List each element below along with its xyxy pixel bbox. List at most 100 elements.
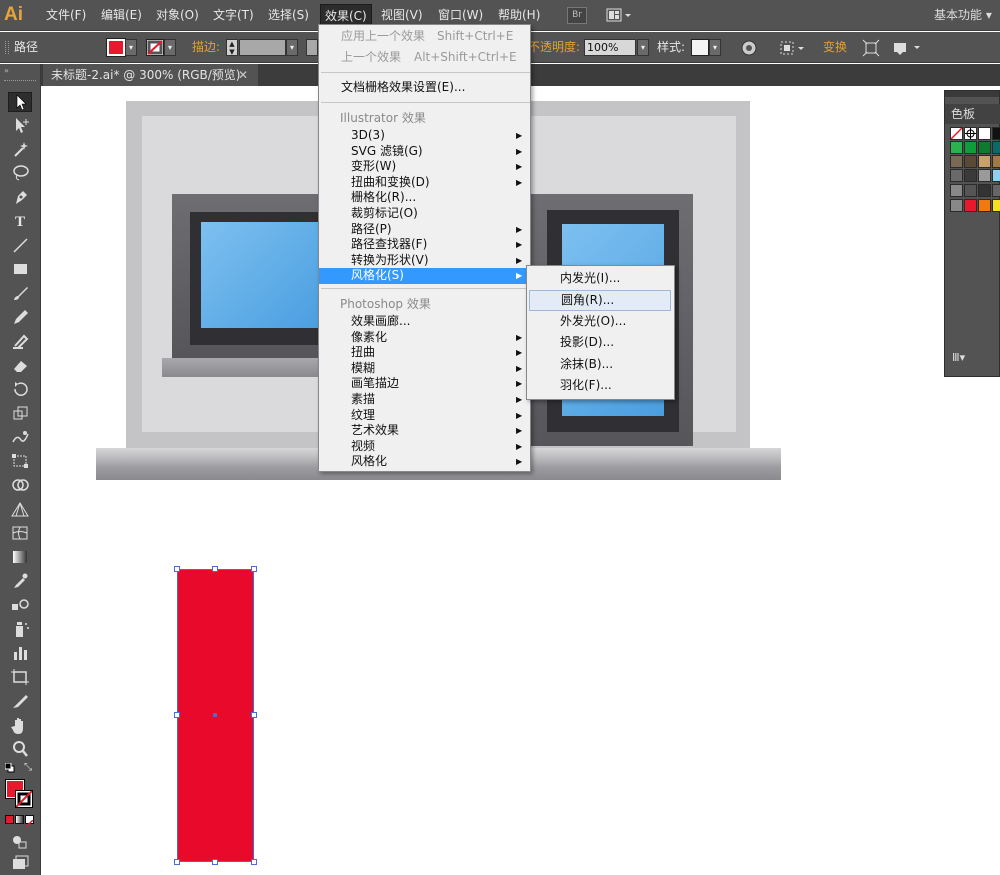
shape-builder-tool-icon[interactable] xyxy=(8,476,32,496)
stroke-weight-input[interactable] xyxy=(239,39,286,56)
menu-item-raster-effects-settings[interactable]: 文档栅格效果设置(E)... xyxy=(319,80,530,96)
recolor-artwork-button[interactable] xyxy=(740,39,758,57)
fill-dropdown[interactable]: ▾ xyxy=(125,39,137,56)
blob-brush-tool-icon[interactable] xyxy=(8,332,32,352)
swatch[interactable] xyxy=(978,141,991,154)
swatch[interactable] xyxy=(964,169,977,182)
menu-type[interactable]: 文字(T) xyxy=(213,0,254,31)
blend-tool-icon[interactable] xyxy=(8,596,32,616)
screen-mode-icon[interactable] xyxy=(8,854,32,872)
submenu-item-inner-glow[interactable]: 内发光(I)... xyxy=(529,268,671,289)
menu-item-brush-strokes[interactable]: 画笔描边 ▶ xyxy=(319,376,530,392)
selection-handle[interactable] xyxy=(251,566,257,572)
gradient-mode-button[interactable] xyxy=(15,815,24,824)
menu-item-3d[interactable]: 3D(3) ▶ xyxy=(319,128,530,144)
control-panel-menu-button[interactable] xyxy=(892,39,926,57)
menu-item-pathfinder[interactable]: 路径查找器(F) ▶ xyxy=(319,237,530,253)
stroke-weight-stepper[interactable]: ▲ ▼ xyxy=(226,39,238,56)
free-transform-tool-icon[interactable] xyxy=(8,452,32,472)
selection-handle[interactable] xyxy=(174,712,180,718)
artboard-tool-icon[interactable] xyxy=(8,668,32,688)
gradient-tool-icon[interactable] xyxy=(8,548,32,568)
menu-item-path[interactable]: 路径(P) ▶ xyxy=(319,222,530,238)
close-tab-button[interactable]: ✕ xyxy=(238,64,248,86)
selection-handle[interactable] xyxy=(174,859,180,865)
submenu-item-scribble[interactable]: 涂抹(B)... xyxy=(529,354,671,375)
menu-item-video[interactable]: 视频 ▶ xyxy=(319,439,530,455)
swatch[interactable] xyxy=(978,169,991,182)
submenu-item-round-corners[interactable]: 圆角(R)... xyxy=(529,290,671,311)
swatch[interactable] xyxy=(992,141,1000,154)
menu-item-apply-last-effect[interactable]: 应用上一个效果 Shift+Ctrl+E xyxy=(319,29,530,45)
rectangle-tool-icon[interactable] xyxy=(8,260,32,280)
submenu-item-feather[interactable]: 羽化(F)... xyxy=(529,375,671,396)
swatch-none[interactable] xyxy=(950,127,963,140)
isolate-button[interactable] xyxy=(862,39,880,57)
rotate-tool-icon[interactable] xyxy=(8,380,32,400)
stroke-swatch[interactable] xyxy=(146,39,164,56)
lasso-tool-icon[interactable] xyxy=(8,164,32,184)
swatch[interactable] xyxy=(950,169,963,182)
scale-tool-icon[interactable] xyxy=(8,404,32,424)
menu-item-crop-marks[interactable]: 裁剪标记(O) xyxy=(319,206,530,222)
perspective-grid-tool-icon[interactable] xyxy=(8,500,32,520)
pencil-tool-icon[interactable] xyxy=(8,308,32,328)
swatch-folder[interactable] xyxy=(950,184,963,197)
swatch[interactable] xyxy=(964,141,977,154)
stroke-label[interactable]: 描边: xyxy=(192,32,220,63)
swatch[interactable] xyxy=(978,184,991,197)
eyedropper-tool-icon[interactable] xyxy=(8,572,32,592)
stroke-dropdown[interactable]: ▾ xyxy=(164,39,176,56)
type-tool-icon[interactable]: T xyxy=(8,212,32,232)
selection-handle[interactable] xyxy=(212,859,218,865)
swatch-libraries-menu[interactable]: Ⅲ▾ xyxy=(952,351,965,364)
swatch[interactable] xyxy=(992,184,1000,197)
fill-swatch[interactable] xyxy=(106,38,126,57)
graphic-style-dropdown[interactable]: ▾ xyxy=(709,39,721,56)
stroke-color-box[interactable] xyxy=(15,790,33,808)
menu-item-rasterize[interactable]: 栅格化(R)... xyxy=(319,190,530,206)
menu-select[interactable]: 选择(S) xyxy=(268,0,309,31)
menu-item-last-effect[interactable]: 上一个效果 Alt+Shift+Ctrl+E xyxy=(319,50,530,66)
menu-item-sketch[interactable]: 素描 ▶ xyxy=(319,392,530,408)
bridge-button[interactable]: Br xyxy=(567,7,587,24)
swatch[interactable] xyxy=(992,199,1000,212)
opacity-dropdown[interactable]: ▾ xyxy=(637,39,649,56)
color-mode-button[interactable] xyxy=(5,815,14,824)
align-button[interactable] xyxy=(779,39,807,57)
swatch[interactable] xyxy=(950,155,963,168)
menu-edit[interactable]: 编辑(E) xyxy=(101,0,142,31)
symbol-sprayer-tool-icon[interactable] xyxy=(8,620,32,640)
none-mode-button[interactable] xyxy=(25,815,34,828)
swatch-folder[interactable] xyxy=(950,199,963,212)
graphic-style-swatch[interactable] xyxy=(691,39,709,56)
opacity-input[interactable]: 100% xyxy=(584,39,636,56)
menu-item-artistic[interactable]: 艺术效果 ▶ xyxy=(319,423,530,439)
hand-tool-icon[interactable] xyxy=(8,716,32,736)
menu-item-svg-filters[interactable]: SVG 滤镜(G) ▶ xyxy=(319,144,530,160)
menu-item-texture[interactable]: 纹理 ▶ xyxy=(319,408,530,424)
swap-colors-icon[interactable]: ⤡ xyxy=(24,762,36,774)
menu-item-stylize-photoshop[interactable]: 风格化 ▶ xyxy=(319,454,530,470)
slice-tool-icon[interactable] xyxy=(8,692,32,712)
panel-collapse-icon[interactable]: » xyxy=(4,66,9,75)
menu-item-warp[interactable]: 变形(W) ▶ xyxy=(319,159,530,175)
laptop-screen-display[interactable] xyxy=(201,222,322,328)
submenu-item-outer-glow[interactable]: 外发光(O)... xyxy=(529,311,671,332)
swatch[interactable] xyxy=(950,141,963,154)
swatch[interactable] xyxy=(978,155,991,168)
mesh-tool-icon[interactable] xyxy=(8,524,32,544)
menu-item-effect-gallery[interactable]: 效果画廊... xyxy=(319,314,530,330)
menu-file[interactable]: 文件(F) xyxy=(46,0,86,31)
transform-link[interactable]: 变换 xyxy=(823,32,847,63)
magic-wand-tool-icon[interactable] xyxy=(8,140,32,160)
menu-item-pixelate[interactable]: 像素化 ▶ xyxy=(319,330,530,346)
opacity-label[interactable]: 不透明度: xyxy=(528,32,580,63)
selection-handle[interactable] xyxy=(174,566,180,572)
menu-item-convert-to-shape[interactable]: 转换为形状(V) ▶ xyxy=(319,253,530,269)
variable-width-profile[interactable] xyxy=(306,39,318,56)
submenu-item-drop-shadow[interactable]: 投影(D)... xyxy=(529,332,671,353)
direct-selection-tool-icon[interactable] xyxy=(8,116,32,136)
drawing-mode-icon[interactable] xyxy=(8,832,32,850)
menu-item-blur[interactable]: 模糊 ▶ xyxy=(319,361,530,377)
